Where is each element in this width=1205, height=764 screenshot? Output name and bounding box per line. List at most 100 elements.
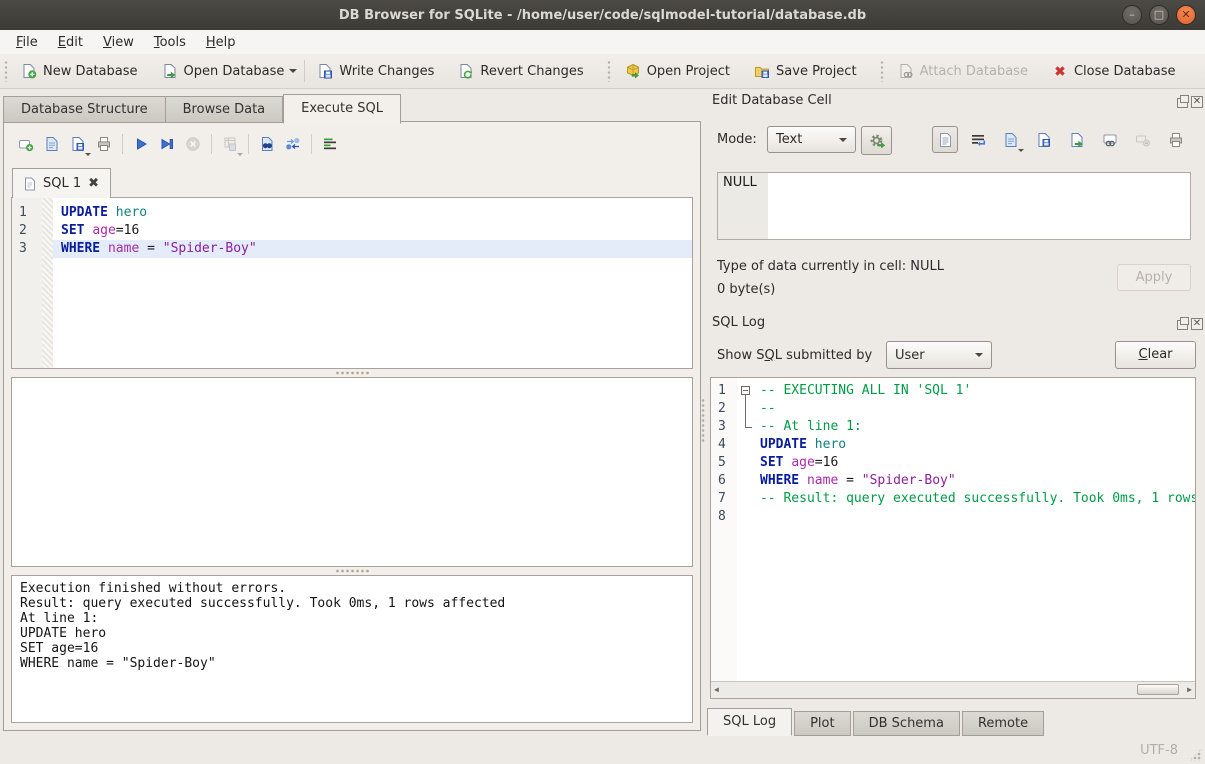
auto-apply-button[interactable] xyxy=(861,126,892,155)
code-line: 2-- xyxy=(711,400,1195,418)
menu-bar: File Edit View Tools Help xyxy=(0,30,1205,54)
code-line: 8 xyxy=(711,508,1195,526)
set-null-button[interactable] xyxy=(1130,126,1156,153)
menu-tools[interactable]: Tools xyxy=(144,33,196,52)
execution-messages[interactable]: Execution finished without errors.Result… xyxy=(11,575,693,723)
chevron-down-icon xyxy=(975,353,983,357)
replace-button[interactable] xyxy=(280,131,306,157)
print-cell-button[interactable] xyxy=(1163,126,1189,153)
sql-editor[interactable]: 1UPDATE hero2SET age=163WHERE name = "Sp… xyxy=(11,197,693,369)
chevron-down-icon xyxy=(839,138,847,142)
find-button[interactable] xyxy=(254,131,280,157)
dock-tab-bar: SQL Log Plot DB Schema Remote xyxy=(707,708,1046,736)
save-to-file-button[interactable] xyxy=(1031,126,1057,153)
close-panel-icon[interactable]: ✕ xyxy=(1191,96,1203,108)
clear-log-button[interactable]: Clear xyxy=(1115,341,1196,369)
code-line: 1-- EXECUTING ALL IN 'SQL 1' xyxy=(711,382,1195,400)
execute-all-button[interactable] xyxy=(128,131,154,157)
close-panel-icon[interactable]: ✕ xyxy=(1191,318,1203,330)
save-sql-file-icon xyxy=(70,136,86,152)
sql-code: 1UPDATE hero2SET age=163WHERE name = "Sp… xyxy=(12,198,692,258)
export-button[interactable] xyxy=(1064,126,1090,153)
format-sql-button[interactable] xyxy=(317,131,343,157)
word-wrap-button[interactable] xyxy=(965,126,991,153)
revert-changes-button[interactable]: Revert Changes xyxy=(453,59,588,83)
open-sql-file-button[interactable] xyxy=(39,131,65,157)
open-project-button[interactable]: Open Project xyxy=(620,59,735,83)
tab-remote[interactable]: Remote xyxy=(962,711,1044,736)
text-mode-button[interactable] xyxy=(932,126,958,153)
import-dropdown-icon[interactable] xyxy=(1018,149,1024,152)
menu-help[interactable]: Help xyxy=(196,33,246,52)
toolbar-handle[interactable] xyxy=(880,60,884,82)
menu-edit[interactable]: Edit xyxy=(48,33,93,52)
horizontal-scrollbar[interactable]: ◀ ▶ xyxy=(711,681,1195,698)
message-line: At line 1: xyxy=(20,611,684,626)
execute-current-line-button[interactable] xyxy=(154,131,180,157)
toolbar-separator xyxy=(122,134,123,154)
encoding-status: UTF-8 xyxy=(1140,743,1178,758)
float-panel-icon[interactable] xyxy=(1177,98,1188,108)
toolbar-handle[interactable] xyxy=(607,60,611,82)
text-mode-icon xyxy=(938,132,953,148)
import-from-file-button[interactable] xyxy=(998,126,1024,153)
scroll-right-icon[interactable]: ▶ xyxy=(1187,683,1192,697)
save-project-button[interactable]: Save Project xyxy=(749,59,862,83)
format-sql-icon xyxy=(322,136,338,152)
sql-file-tab[interactable]: SQL 1 ✖ xyxy=(12,168,111,198)
close-icon[interactable]: ✕ xyxy=(1176,5,1196,25)
title-bar[interactable]: DB Browser for SQLite - /home/user/code/… xyxy=(0,0,1205,31)
cell-null-indicator: NULL xyxy=(718,173,768,239)
gear-icon xyxy=(868,132,886,150)
execute-all-icon xyxy=(133,136,149,152)
tab-plot[interactable]: Plot xyxy=(794,711,851,736)
log-filter-select[interactable]: User xyxy=(886,341,992,369)
close-database-button[interactable]: Close Database xyxy=(1047,59,1181,83)
open-database-dropdown-icon[interactable] xyxy=(289,69,297,73)
close-tab-icon[interactable]: ✖ xyxy=(88,176,99,191)
menu-view[interactable]: View xyxy=(93,33,144,52)
new-database-button[interactable]: New Database xyxy=(16,59,143,83)
write-changes-button[interactable]: Write Changes xyxy=(312,59,439,83)
fold-marker-icon[interactable] xyxy=(737,382,756,400)
maximize-icon[interactable]: □ xyxy=(1149,5,1169,25)
close-database-icon xyxy=(1052,63,1068,79)
mode-select[interactable]: Text xyxy=(767,126,856,153)
scrollbar-thumb[interactable] xyxy=(1137,684,1179,695)
save-sql-file-button[interactable] xyxy=(65,131,91,157)
sql-log-view[interactable]: 1-- EXECUTING ALL IN 'SQL 1'2--3-- At li… xyxy=(710,377,1196,699)
tab-db-schema[interactable]: DB Schema xyxy=(853,711,960,736)
save-results-button[interactable] xyxy=(217,131,243,157)
toolbar-separator xyxy=(211,134,212,154)
tab-database-structure[interactable]: Database Structure xyxy=(3,96,166,123)
sql-toolbar xyxy=(13,131,343,157)
float-panel-icon[interactable] xyxy=(1177,320,1188,330)
fold-marker-icon[interactable] xyxy=(737,418,756,436)
open-database-button[interactable]: Open Database xyxy=(157,59,290,83)
tab-execute-sql[interactable]: Execute SQL xyxy=(283,94,401,124)
toolbar-handle[interactable] xyxy=(4,60,8,82)
horizontal-splitter[interactable] xyxy=(11,369,693,377)
tab-browse-data[interactable]: Browse Data xyxy=(166,96,284,123)
resize-grip-icon[interactable] xyxy=(1189,748,1202,761)
results-pane[interactable] xyxy=(11,377,693,567)
scroll-left-icon[interactable]: ◀ xyxy=(714,683,719,697)
menu-file[interactable]: File xyxy=(6,33,48,52)
horizontal-splitter[interactable] xyxy=(11,567,693,575)
main-toolbar: New Database Open Database Write Changes… xyxy=(0,54,1205,89)
cell-value-editor[interactable]: NULL xyxy=(717,172,1191,240)
fold-marker-icon[interactable] xyxy=(737,400,756,418)
tab-sql-log[interactable]: SQL Log xyxy=(707,708,792,736)
cell-editor-toolbar xyxy=(932,126,1189,153)
attach-database-button[interactable]: Attach Database xyxy=(893,59,1033,83)
code-line: 7-- Result: query executed successfully.… xyxy=(711,490,1195,508)
new-sql-tab-button[interactable] xyxy=(13,131,39,157)
apply-button[interactable]: Apply xyxy=(1117,264,1191,291)
vertical-splitter[interactable] xyxy=(701,398,705,444)
print-button[interactable] xyxy=(91,131,117,157)
minimize-icon[interactable]: – xyxy=(1122,5,1142,25)
link-button[interactable] xyxy=(1097,126,1123,153)
code-line: 3WHERE name = "Spider-Boy" xyxy=(12,240,692,258)
stop-button[interactable] xyxy=(180,131,206,157)
export-icon xyxy=(1069,132,1085,148)
